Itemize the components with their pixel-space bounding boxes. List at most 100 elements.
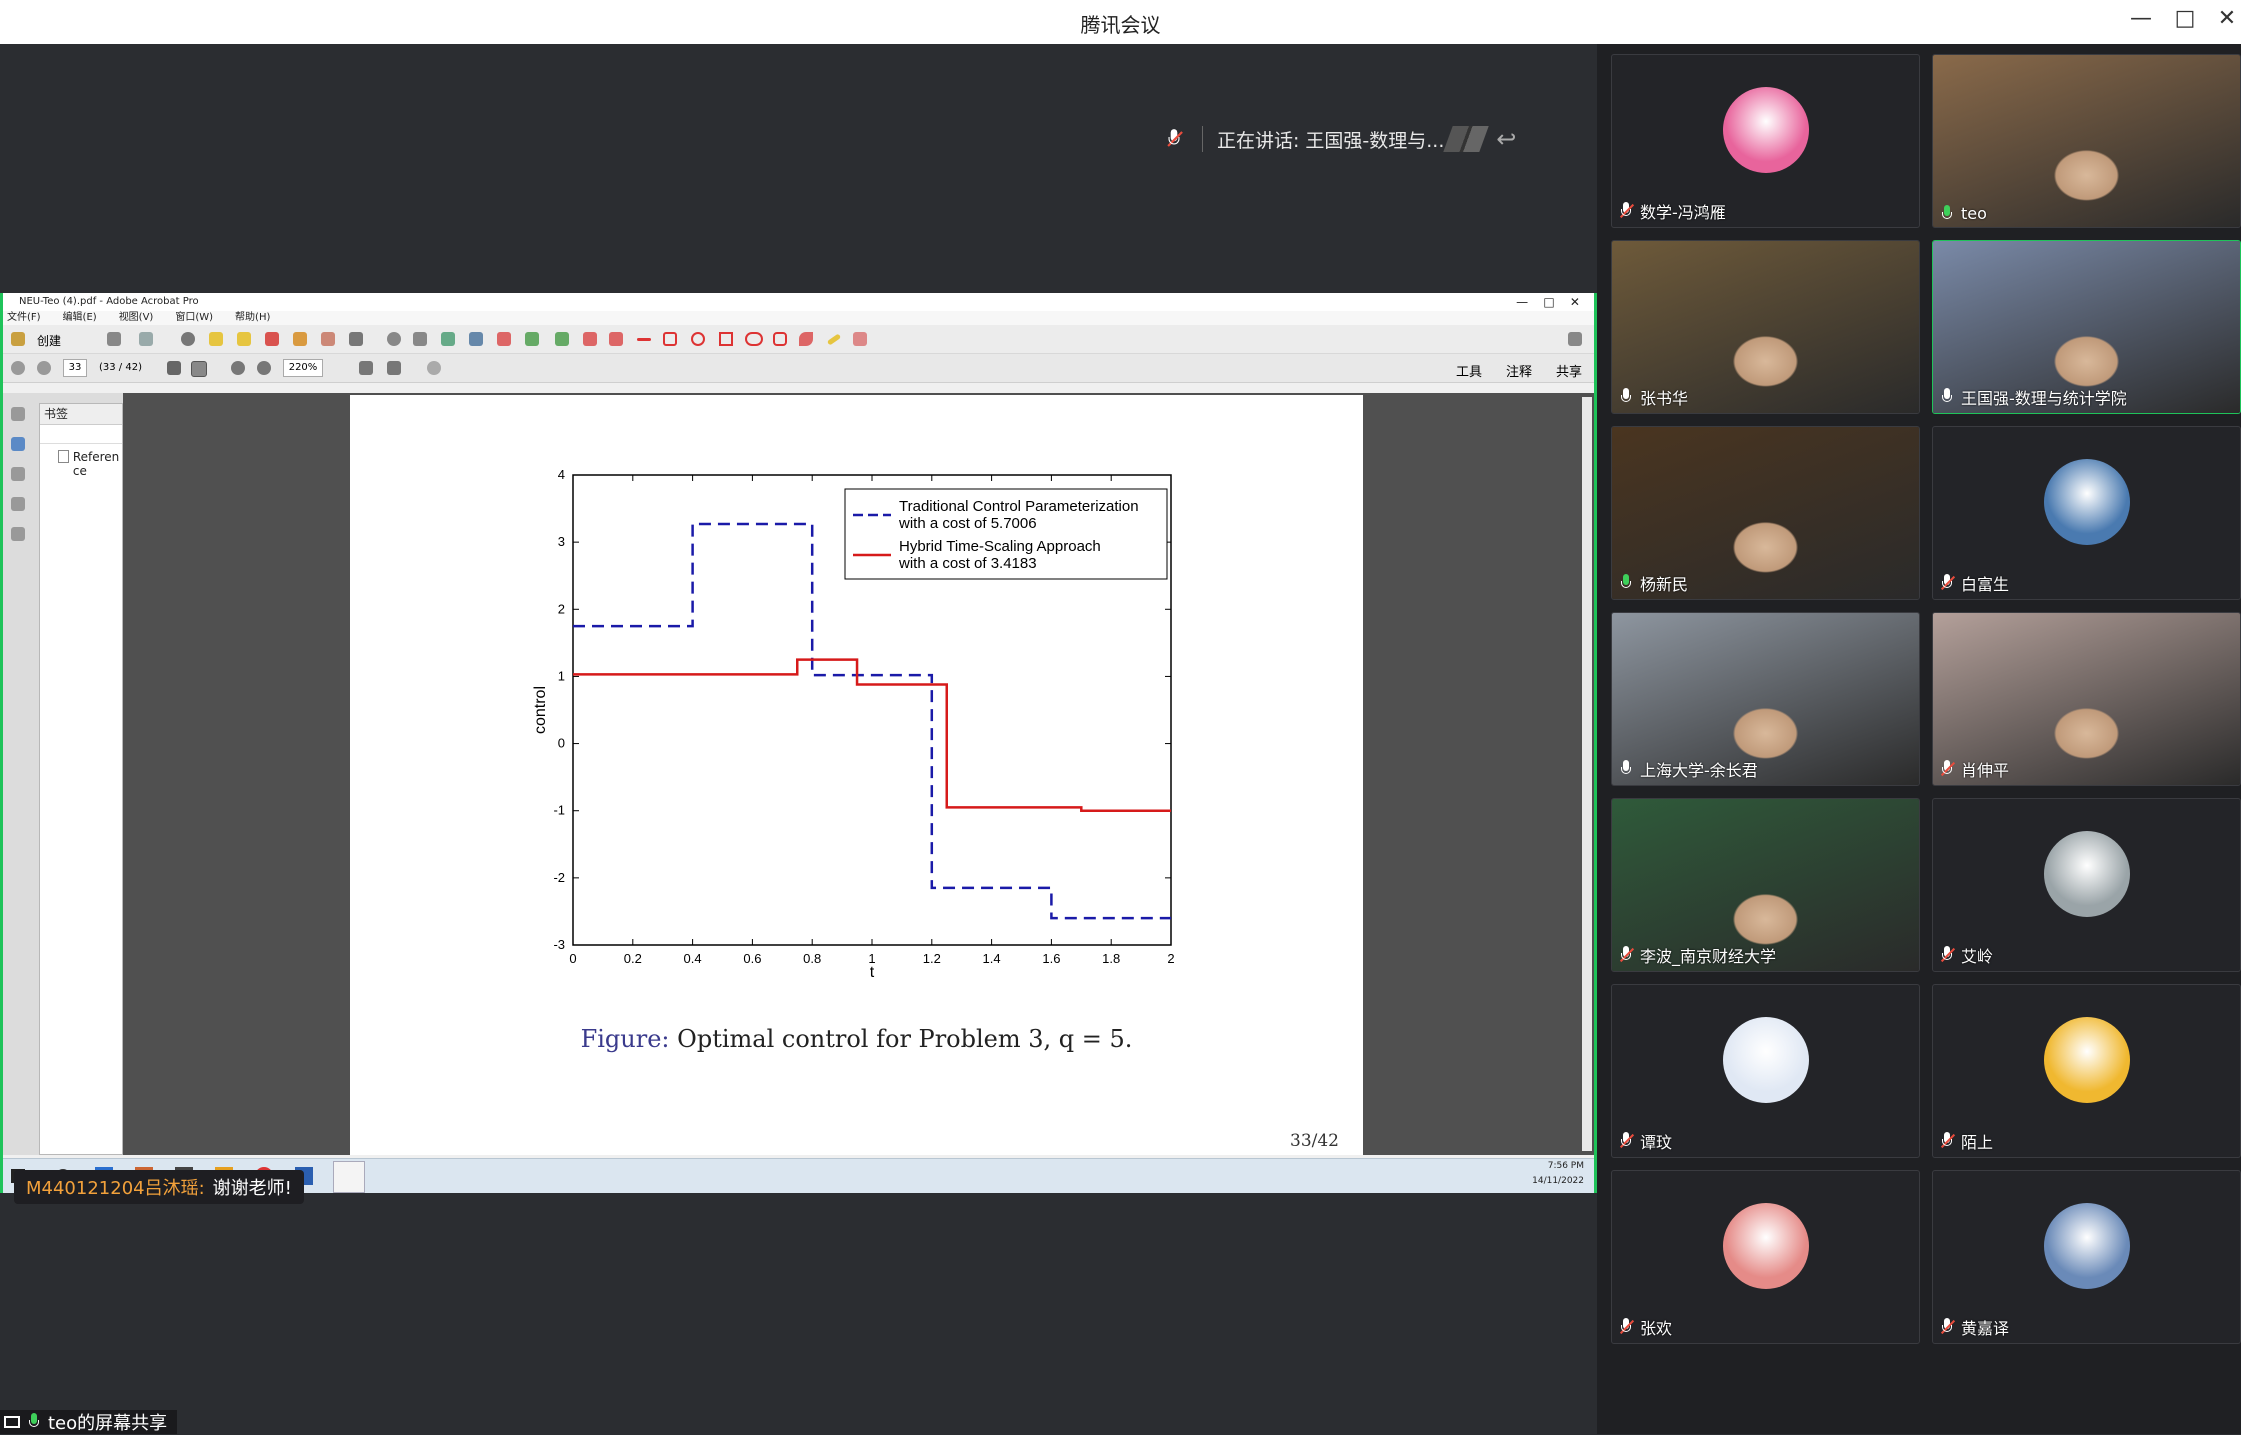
menu-help[interactable]: 帮助(H)	[235, 311, 270, 325]
participant-tile[interactable]: 数学-冯鸿雁	[1611, 54, 1920, 228]
participant-tile[interactable]: 艾岭	[1932, 798, 2241, 972]
maximize-icon[interactable]: □	[2168, 6, 2202, 31]
participant-tile[interactable]: 白富生	[1932, 426, 2241, 600]
pages-icon[interactable]	[11, 407, 25, 421]
comment-tab[interactable]: 注释	[1506, 361, 1532, 380]
strikethrough-icon[interactable]	[497, 332, 511, 346]
export-icon[interactable]	[321, 332, 335, 346]
eraser-icon[interactable]	[853, 332, 867, 346]
participant-tile[interactable]: 张欢	[1611, 1170, 1920, 1344]
create-button[interactable]: 创建	[37, 332, 61, 349]
extract-icon[interactable]	[293, 332, 307, 346]
menu-view[interactable]: 视图(V)	[119, 311, 154, 325]
shared-screen: NEU-Teo (4).pdf - Adobe Acrobat Pro — □ …	[0, 293, 1597, 1193]
participant-name-tag: 黄嘉译	[1940, 1315, 2009, 1339]
participant-name: 肖伸平	[1961, 761, 2010, 780]
microphone-muted-icon	[1619, 1318, 1635, 1336]
acrobat-window-controls[interactable]: — □ ✕	[1516, 293, 1580, 311]
zoom-out-icon[interactable]	[231, 361, 245, 375]
rotate-icon[interactable]	[427, 361, 441, 375]
participant-name: 艾岭	[1961, 947, 1994, 966]
highlight-icon[interactable]	[237, 332, 251, 346]
line-icon[interactable]	[637, 338, 651, 341]
attachments-icon[interactable]	[11, 467, 25, 481]
text-box-icon[interactable]	[555, 332, 569, 346]
chat-message-bubble[interactable]: M440121204吕沐瑶: 谢谢老师!	[14, 1170, 304, 1204]
bookmark-item[interactable]: Referen ce	[40, 444, 122, 478]
vertical-scrollbar[interactable]	[1582, 397, 1592, 1151]
acrobat-taskbar-icon[interactable]	[333, 1161, 365, 1193]
participant-name: 谭玟	[1640, 1133, 1673, 1152]
measure-icon[interactable]	[609, 332, 623, 346]
polygon-icon[interactable]	[773, 332, 787, 346]
pdf-page: 0 0.2 0.4 0.6 0.8 1 1.2 1.4 1.6 1.8 2 4 3 2 1 0 -1 -2 -3 t c…	[350, 395, 1363, 1155]
participant-tile[interactable]: 张书华	[1611, 240, 1920, 414]
participant-tile[interactable]: 黄嘉译	[1932, 1170, 2241, 1344]
participant-name-tag: 李波_南京财经大学	[1619, 943, 1776, 967]
arrow-icon[interactable]	[663, 332, 677, 346]
menu-window[interactable]: 窗口(W)	[175, 311, 213, 325]
participant-tile[interactable]: 谭玟	[1611, 984, 1920, 1158]
legend-entry: with a cost of 5.7006	[898, 515, 1037, 532]
minimize-icon[interactable]: —	[2124, 6, 2158, 31]
expand-icon[interactable]	[1568, 332, 1582, 346]
bookmark-options[interactable]	[40, 425, 122, 444]
audio-icon[interactable]	[413, 332, 427, 346]
reply-icon[interactable]: ↩	[1496, 125, 1516, 153]
tools-tab[interactable]: 工具	[1456, 361, 1482, 380]
microphone-muted-icon	[1940, 760, 1956, 778]
zoom-in-icon[interactable]	[257, 361, 271, 375]
bookmark-panel: 书签 Referen ce	[39, 403, 123, 1155]
page-number-input[interactable]: 33	[63, 359, 87, 377]
stamp-icon[interactable]	[349, 332, 363, 346]
participant-tile[interactable]: 肖伸平	[1932, 612, 2241, 786]
menu-edit[interactable]: 编辑(E)	[63, 311, 97, 325]
link-icon[interactable]	[387, 332, 401, 346]
participant-tile[interactable]: 陌上	[1932, 984, 2241, 1158]
create-icon[interactable]	[11, 332, 25, 346]
next-page-icon[interactable]	[37, 361, 51, 375]
bookmarks-icon[interactable]	[11, 437, 25, 451]
participant-tile[interactable]: 王国强-数理与统计学院	[1932, 240, 2241, 414]
underline-icon[interactable]	[525, 332, 539, 346]
pencil-icon[interactable]	[826, 333, 842, 346]
participant-name: 王国强-数理与统计学院	[1961, 389, 2127, 408]
polyline-icon[interactable]	[799, 332, 813, 346]
text-edit-icon[interactable]	[441, 332, 455, 346]
participant-tile[interactable]: 李波_南京财经大学	[1611, 798, 1920, 972]
rectangle-icon[interactable]	[719, 332, 733, 346]
app-title: 腾讯会议	[1080, 13, 1161, 37]
email-icon[interactable]	[139, 332, 153, 346]
acrobat-document-area: 书签 Referen ce 0 0.2 0.4 0.6 0.8 1 1.2 1.4 1.6 1.8…	[3, 393, 1594, 1155]
layers-icon[interactable]	[11, 527, 25, 541]
participant-tile[interactable]: teo	[1932, 54, 2241, 228]
cloud-icon[interactable]	[745, 332, 763, 346]
acrobat-menu-bar: 文件(F) 编辑(E) 视图(V) 窗口(W) 帮助(H)	[3, 311, 1594, 325]
menu-file[interactable]: 文件(F)	[7, 311, 41, 325]
fit-width-icon[interactable]	[359, 361, 373, 375]
comment-icon[interactable]	[209, 332, 223, 346]
participant-tile[interactable]: 上海大学-余长君	[1611, 612, 1920, 786]
oval-icon[interactable]	[691, 332, 705, 346]
participant-tile[interactable]: 杨新民	[1611, 426, 1920, 600]
microphone-icon	[1620, 574, 1632, 592]
speaking-name: 王国强-数理与...	[1305, 129, 1445, 152]
signatures-icon[interactable]	[11, 497, 25, 511]
hand-tool-icon[interactable]	[191, 361, 207, 377]
fit-page-icon[interactable]	[387, 361, 401, 375]
share-tab[interactable]: 共享	[1556, 361, 1582, 380]
bookmark-page-icon	[58, 450, 69, 463]
previous-page-icon[interactable]	[11, 361, 25, 375]
print-icon[interactable]	[107, 332, 121, 346]
select-tool-icon[interactable]	[167, 361, 181, 375]
x-tick-label: 2	[1167, 951, 1174, 966]
settings-icon[interactable]	[181, 332, 195, 346]
close-icon[interactable]: ✕	[2210, 6, 2241, 31]
zoom-level-select[interactable]: 220%	[283, 359, 323, 377]
chat-sender: M440121204吕沐瑶:	[26, 1178, 205, 1199]
participant-name-tag: 陌上	[1940, 1129, 1993, 1153]
text-replace-icon[interactable]	[469, 332, 483, 346]
delete-page-icon[interactable]	[265, 332, 279, 346]
microphone-active-icon	[28, 1413, 40, 1431]
callout-icon[interactable]	[583, 332, 597, 346]
